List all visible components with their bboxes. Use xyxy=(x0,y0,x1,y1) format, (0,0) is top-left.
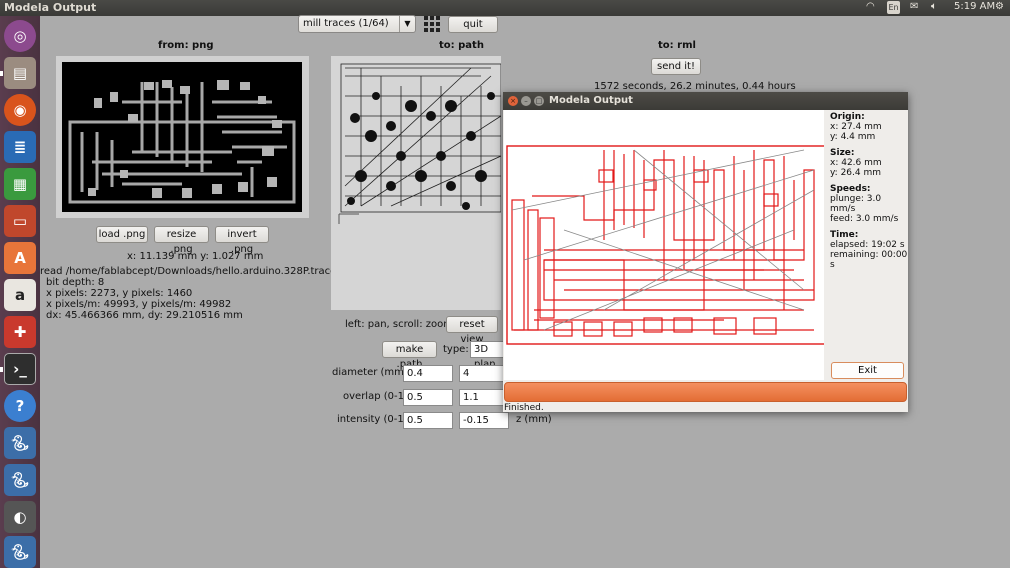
size-x: x: 42.6 mm xyxy=(830,158,882,168)
exit-button[interactable]: Exit xyxy=(831,362,904,379)
dialog-titlebar[interactable]: × – □ Modela Output xyxy=(503,92,908,110)
z-label: z (mm) xyxy=(516,414,552,425)
python-icon[interactable]: 🐍︎ xyxy=(4,427,36,459)
send-button[interactable]: send it! xyxy=(651,58,701,75)
origin-label: Origin: xyxy=(830,112,865,122)
info-line: dx: 45.466366 mm, dy: 29.210516 mm xyxy=(46,310,243,321)
mail-icon[interactable]: ✉ xyxy=(910,1,918,12)
toolpath-canvas xyxy=(504,110,826,380)
remaining-time: remaining: 00:00 s xyxy=(830,250,908,270)
job-info: Origin: x: 27.4 mm y: 4.4 mm Size: x: 42… xyxy=(830,112,908,270)
col-header-png: from: png xyxy=(158,40,214,51)
png-info: read /home/fablabcept/Downloads/hello.ar… xyxy=(40,266,364,321)
origin-y: y: 4.4 mm xyxy=(830,132,876,142)
type-label: type: xyxy=(443,344,469,355)
app-icon[interactable]: ◐ xyxy=(4,501,36,533)
overlap-label: overlap (0-1) xyxy=(343,391,408,402)
intensity-label: intensity (0-1) xyxy=(337,414,408,425)
size-label: Size: xyxy=(830,148,855,158)
mode-select-value: mill traces (1/64) xyxy=(303,18,389,29)
col-header-path: to: path xyxy=(439,40,484,51)
window-title: Modela Output xyxy=(4,1,97,14)
time-estimate: 1572 seconds, 26.2 minutes, 0.44 hours xyxy=(594,81,796,92)
launcher: ◎ ▤ ◉ ≣ ▦ ▭ A a ✚ ›_ ? 🐍︎ 🐍︎ ◐ 🐍︎ xyxy=(0,16,40,568)
ubuntu-icon[interactable]: ◎ xyxy=(4,20,36,52)
grid-icon[interactable] xyxy=(424,16,440,32)
minimize-icon[interactable]: – xyxy=(521,96,531,106)
load-png-button[interactable]: load .png xyxy=(96,226,148,243)
col-header-rml: to: rml xyxy=(658,40,696,51)
terminal-icon[interactable]: ›_ xyxy=(4,353,36,385)
impress-icon[interactable]: ▭ xyxy=(4,205,36,237)
diameter-field[interactable]: 0.4 xyxy=(403,365,453,382)
reset-view-button[interactable]: reset view xyxy=(446,316,498,345)
overlap-field[interactable]: 0.5 xyxy=(403,389,453,406)
chevron-down-icon: ▼ xyxy=(399,16,415,32)
modela-output-dialog: × – □ Modela Output Origin: x: 27.4 mm y… xyxy=(503,92,908,413)
invert-png-button[interactable]: invert .png xyxy=(215,226,269,255)
plunge-speed: plunge: 3.0 mm/s xyxy=(830,194,882,214)
path-preview[interactable] xyxy=(331,56,502,310)
feed-speed: feed: 3.0 mm/s xyxy=(830,214,899,224)
z-field[interactable]: -0.15 xyxy=(459,412,509,429)
running-indicator xyxy=(0,367,3,372)
help-icon[interactable]: ? xyxy=(4,390,36,422)
writer-icon[interactable]: ≣ xyxy=(4,131,36,163)
diameter-label: diameter (mm) xyxy=(332,367,408,378)
python-icon[interactable]: 🐍︎ xyxy=(4,536,36,568)
running-indicator xyxy=(0,71,3,76)
info-line: x pixels: 2273, y pixels: 1460 xyxy=(46,288,193,299)
top-panel: Modela Output ◠ En ✉ 🔈︎ 5:19 AM ⚙ xyxy=(0,0,1010,16)
files-icon[interactable]: ▤ xyxy=(4,57,36,89)
pcb-image xyxy=(62,62,302,212)
volume-icon[interactable]: 🔈︎ xyxy=(931,1,937,12)
time-label: Time: xyxy=(830,230,859,240)
resize-png-button[interactable]: resize .png xyxy=(154,226,209,255)
software-center-icon[interactable]: A xyxy=(4,242,36,274)
overlap-field-2[interactable]: 1.1 xyxy=(459,389,505,406)
pan-hint: left: pan, scroll: zoom xyxy=(345,319,453,330)
type-select[interactable]: 3D plan xyxy=(470,341,506,370)
quit-button[interactable]: quit xyxy=(448,16,498,33)
make-path-button[interactable]: make .path xyxy=(382,341,437,370)
wifi-icon[interactable]: ◠ xyxy=(866,1,875,12)
settings-gear-icon[interactable]: ⚙ xyxy=(995,1,1004,12)
firefox-icon[interactable]: ◉ xyxy=(4,94,36,126)
settings-icon[interactable]: ✚ xyxy=(4,316,36,348)
speeds-label: Speeds: xyxy=(830,184,871,194)
png-preview[interactable] xyxy=(56,56,309,218)
keyboard-lang-indicator[interactable]: En xyxy=(887,1,900,14)
info-line: x pixels/m: 49993, y pixels/m: 49982 xyxy=(46,299,232,310)
status-text: Finished. xyxy=(504,403,544,413)
elapsed-time: elapsed: 19:02 s xyxy=(830,240,905,250)
clock[interactable]: 5:19 AM xyxy=(954,1,995,12)
intensity-field[interactable]: 0.5 xyxy=(403,412,453,429)
amazon-icon[interactable]: a xyxy=(4,279,36,311)
close-icon[interactable]: × xyxy=(508,96,518,106)
size-y: y: 26.4 mm xyxy=(830,168,881,178)
info-line: read /home/fablabcept/Downloads/hello.ar… xyxy=(40,266,364,277)
info-line: bit depth: 8 xyxy=(46,277,105,288)
progress-bar xyxy=(504,382,907,402)
dialog-title: Modela Output xyxy=(549,95,633,106)
cursor-coords: x: 11.139 mm y: 1.027 mm xyxy=(127,251,264,262)
python-icon[interactable]: 🐍︎ xyxy=(4,464,36,496)
maximize-icon[interactable]: □ xyxy=(534,96,544,106)
calc-icon[interactable]: ▦ xyxy=(4,168,36,200)
diameter-field-2[interactable]: 4 xyxy=(459,365,505,382)
mode-select[interactable]: mill traces (1/64) ▼ xyxy=(298,15,416,33)
origin-x: x: 27.4 mm xyxy=(830,122,882,132)
